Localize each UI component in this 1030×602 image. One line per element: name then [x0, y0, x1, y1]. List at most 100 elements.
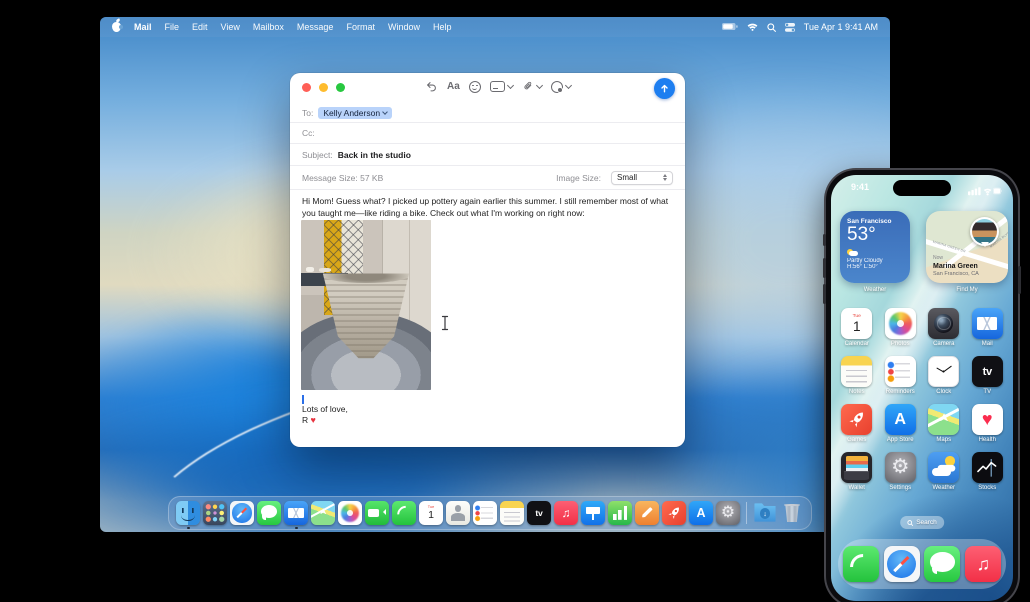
dock-mail[interactable] — [284, 501, 308, 529]
menu-file[interactable]: File — [165, 22, 180, 32]
dock-phone[interactable] — [392, 501, 416, 525]
iphone-app-reminders[interactable]: Reminders — [879, 356, 922, 395]
menu-format[interactable]: Format — [346, 22, 375, 32]
downloads-folder-icon — [753, 501, 777, 525]
dock-downloads[interactable] — [753, 501, 777, 525]
iphone-app-photos[interactable]: Photos — [879, 308, 922, 347]
dock-messages[interactable] — [257, 501, 281, 525]
weather-widget[interactable]: San Francisco 53° Partly Cloudy H:56° L:… — [840, 211, 910, 283]
pottery-photo-attachment[interactable] — [301, 220, 431, 390]
iphone-app-health[interactable]: Health — [966, 404, 1009, 443]
send-button[interactable] — [654, 78, 675, 99]
games-rocket-icon — [841, 404, 873, 435]
undo-icon[interactable] — [425, 80, 438, 93]
dock-safari[interactable] — [230, 501, 254, 525]
iphone-app-notes[interactable]: Notes — [835, 356, 878, 395]
dock-photos[interactable] — [338, 501, 362, 525]
dock-games[interactable] — [662, 501, 686, 525]
menu-view[interactable]: View — [221, 22, 240, 32]
iphone-app-settings[interactable]: Settings — [879, 452, 922, 491]
format-icon[interactable]: Aa — [447, 81, 460, 92]
keynote-icon — [581, 501, 605, 525]
cc-field[interactable]: Cc: — [290, 123, 685, 144]
image-size-value: Small — [617, 173, 638, 182]
close-button[interactable] — [302, 83, 311, 92]
partly-cloudy-icon — [847, 248, 859, 256]
spotlight-search-pill[interactable]: Search — [900, 516, 944, 529]
media-browser-button[interactable] — [489, 81, 514, 92]
messages-icon[interactable] — [924, 546, 961, 582]
minimize-button[interactable] — [319, 83, 328, 92]
dock-facetime[interactable] — [365, 501, 389, 525]
iphone-app-tv[interactable]: TV — [966, 356, 1009, 395]
chevron-down-icon — [535, 81, 543, 89]
settings-gear-icon — [884, 452, 916, 483]
iphone-app-camera[interactable]: Camera — [922, 308, 965, 347]
chevron-down-icon — [382, 108, 388, 115]
attach-button[interactable] — [522, 80, 543, 93]
image-size-select[interactable]: Small — [611, 170, 673, 185]
safari-icon[interactable] — [883, 546, 920, 582]
message-closing[interactable]: Lots of love, R ♥ — [302, 404, 348, 426]
dock-tv[interactable] — [527, 501, 551, 525]
findmy-widget[interactable]: MARINA GREEN DR MARINA BLVD Now Marina G… — [926, 211, 1008, 283]
iphone-app-weather[interactable]: Weather — [922, 452, 965, 491]
subject-label: Subject: — [302, 149, 333, 160]
dock-pages[interactable] — [635, 501, 659, 525]
iphone-app-maps[interactable]: Maps — [922, 404, 965, 443]
iphone: 9:41 San Francisco 53° Partly Cloudy H:5… — [823, 170, 1021, 602]
insert-photo-button[interactable] — [550, 80, 572, 93]
menu-message[interactable]: Message — [297, 22, 334, 32]
weather-temperature: 53° — [847, 224, 876, 245]
message-body[interactable]: Hi Mom! Guess what? I picked up pottery … — [302, 195, 674, 219]
menu-mailbox[interactable]: Mailbox — [253, 22, 284, 32]
search-icon[interactable] — [767, 22, 776, 32]
dock-keynote[interactable] — [581, 501, 605, 525]
menu-help[interactable]: Help — [433, 22, 452, 32]
iphone-app-games[interactable]: Games — [835, 404, 878, 443]
send-up-arrow-icon — [661, 84, 668, 93]
menu-edit[interactable]: Edit — [192, 22, 208, 32]
dock-contacts[interactable] — [446, 501, 470, 525]
phone-icon[interactable] — [842, 546, 879, 582]
dock-music[interactable] — [554, 501, 578, 525]
photos-icon — [338, 501, 362, 525]
wifi-icon[interactable] — [747, 23, 758, 31]
maps-icon — [311, 501, 335, 525]
dock-reminders[interactable] — [473, 501, 497, 525]
iphone-app-stocks[interactable]: Stocks — [966, 452, 1009, 491]
dock-launchpad[interactable] — [203, 501, 227, 525]
iphone-app-app-store[interactable]: App Store — [879, 404, 922, 443]
findmy-sublocation: San Francisco, CA — [933, 270, 979, 277]
calendar-icon: Tue 1 — [419, 501, 443, 525]
menu-window[interactable]: Window — [388, 22, 420, 32]
menu-clock[interactable]: Tue Apr 1 9:41 AM — [804, 22, 878, 32]
launchpad-icon — [203, 501, 227, 525]
dock-finder[interactable] — [176, 501, 200, 529]
dock-trash[interactable] — [780, 501, 804, 525]
iphone-app-mail[interactable]: Mail — [966, 308, 1009, 347]
recipient-token[interactable]: Kelly Anderson — [318, 106, 393, 119]
iphone-app-wallet[interactable]: Wallet — [835, 452, 878, 491]
facetime-icon — [365, 501, 389, 525]
menu-app-name[interactable]: Mail — [134, 22, 152, 32]
emoji-icon[interactable] — [468, 80, 481, 93]
iphone-app-calendar[interactable]: Tue 1 Calendar — [835, 308, 878, 347]
dock-calendar[interactable]: Tue 1 — [419, 501, 443, 525]
dock-app-store[interactable] — [689, 501, 713, 525]
battery-icon[interactable] — [721, 23, 738, 31]
home-screen-grid: Tue 1 Calendar Photos Camera Mail Notes Re… — [835, 308, 1009, 491]
zoom-button[interactable] — [336, 83, 345, 92]
apple-menu-icon[interactable] — [112, 22, 123, 32]
dock-notes[interactable] — [500, 501, 524, 525]
menu-bar: Mail File Edit View Mailbox Message Form… — [100, 17, 890, 37]
to-field[interactable]: To: Kelly Anderson — [290, 103, 685, 123]
dock-numbers[interactable] — [608, 501, 632, 525]
music-icon[interactable] — [965, 546, 1002, 582]
dock-maps[interactable] — [311, 501, 335, 525]
iphone-app-clock[interactable]: Clock — [922, 356, 965, 395]
control-center-icon[interactable] — [784, 22, 795, 32]
subject-field[interactable]: Subject: Back in the studio — [290, 144, 685, 166]
dock-settings[interactable] — [716, 501, 740, 525]
image-size-control: Image Size: Small — [556, 170, 673, 185]
